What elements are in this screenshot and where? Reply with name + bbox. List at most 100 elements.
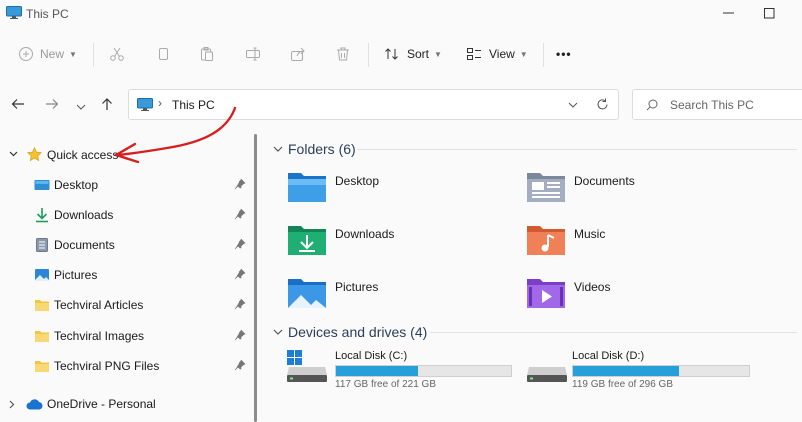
folder-label: Videos	[574, 280, 611, 294]
sidebar-item-label: OneDrive - Personal	[47, 397, 156, 411]
sort-button[interactable]: Sort ▼	[384, 41, 442, 67]
sidebar-item-documents[interactable]: Documents	[0, 230, 252, 260]
new-button[interactable]: New ▼	[18, 41, 77, 67]
downloads-icon	[36, 208, 48, 223]
cut-button[interactable]	[109, 41, 125, 67]
folder-icon	[35, 300, 49, 311]
copy-icon	[159, 48, 168, 60]
sidebar-item-downloads[interactable]: Downloads	[0, 200, 252, 230]
star-icon	[27, 147, 42, 162]
folder-label: Pictures	[335, 280, 379, 294]
sidebar-item-onedrive[interactable]: OneDrive - Personal	[0, 389, 252, 419]
cloud-icon	[26, 399, 43, 410]
drive-free-space: 119 GB free of 296 GB	[572, 379, 673, 390]
desktop-icon	[34, 180, 50, 190]
delete-button[interactable]	[335, 41, 351, 67]
system-drive-icon	[287, 350, 327, 382]
recent-locations-button[interactable]	[72, 98, 90, 116]
drive-label: Local Disk (D:)	[572, 350, 645, 362]
sidebar-item-techviral-articles[interactable]: Techviral Articles	[0, 290, 252, 320]
sidebar-item-techviral-png-files[interactable]: Techviral PNG Files	[0, 351, 252, 381]
sidebar-item-pictures[interactable]: Pictures	[0, 260, 252, 290]
window-title: This PC	[26, 7, 69, 21]
minimize-icon	[722, 12, 734, 14]
copy-button[interactable]	[155, 41, 171, 67]
documents-icon	[36, 238, 48, 252]
chevron-down-icon: ▼	[434, 49, 442, 59]
folders-section-title[interactable]: Folders (6)	[288, 141, 356, 157]
chevron-down-icon[interactable]	[273, 146, 283, 152]
folder-icon	[35, 331, 49, 342]
navigation-pane: Quick access Desktop Downloads Documents…	[0, 128, 258, 422]
view-label: View	[489, 47, 515, 61]
refresh-icon[interactable]	[596, 98, 609, 111]
paste-button[interactable]	[199, 41, 215, 67]
drive-free-space: 117 GB free of 221 GB	[335, 379, 436, 390]
chevron-right-icon[interactable]	[9, 400, 15, 409]
title-bar: This PC	[0, 0, 802, 28]
maximize-button[interactable]	[759, 4, 779, 22]
command-bar: New ▼ Sort ▼ View ▼ •••	[0, 33, 802, 75]
scissors-icon	[110, 47, 124, 61]
sidebar-scrollbar[interactable]	[254, 134, 257, 422]
sidebar-item-label: Documents	[54, 238, 115, 252]
drive-usage-fill	[573, 366, 679, 376]
drives-section-title[interactable]: Devices and drives (4)	[288, 324, 427, 340]
pin-icon	[234, 268, 246, 280]
drive-d[interactable]: Local Disk (D:) 119 GB free of 296 GB	[526, 347, 756, 393]
new-label: New	[40, 47, 65, 61]
sidebar-item-techviral-images[interactable]: Techviral Images	[0, 321, 252, 351]
search-box[interactable]: Search This PC	[632, 89, 802, 120]
pin-icon	[234, 298, 246, 310]
rename-button[interactable]	[245, 41, 261, 67]
file-explorer-window: This PC New ▼ Sort ▼ View ▼ ••• › This P…	[0, 0, 802, 422]
chevron-down-icon[interactable]	[273, 329, 283, 335]
pin-icon	[234, 208, 246, 220]
folder-videos[interactable]: Videos	[526, 275, 726, 319]
toolbar-divider	[368, 43, 369, 67]
sidebar-item-desktop[interactable]: Desktop	[0, 170, 252, 200]
search-icon	[646, 99, 658, 111]
chevron-down-icon	[76, 104, 86, 110]
annotation-arrow	[114, 106, 237, 164]
view-button[interactable]: View ▼	[466, 41, 528, 67]
share-button[interactable]	[290, 41, 306, 67]
chevron-down-icon[interactable]	[568, 102, 578, 108]
section-divider	[430, 332, 797, 333]
more-options-button[interactable]: •••	[556, 41, 572, 67]
rename-icon	[246, 47, 260, 61]
chevron-down-icon[interactable]	[9, 151, 18, 157]
sidebar-item-label: Downloads	[54, 208, 114, 222]
pin-icon	[234, 178, 246, 190]
forward-button[interactable]	[43, 95, 61, 113]
music-folder-icon	[527, 226, 565, 255]
sidebar-item-label: Desktop	[54, 178, 99, 192]
minimize-button[interactable]	[718, 4, 738, 22]
paste-icon	[201, 47, 213, 61]
folder-downloads[interactable]: Downloads	[287, 222, 487, 266]
back-button[interactable]	[9, 95, 27, 113]
documents-folder-icon	[527, 173, 565, 202]
folder-documents[interactable]: Documents	[526, 169, 726, 213]
search-placeholder: Search This PC	[670, 98, 754, 112]
folder-desktop[interactable]: Desktop	[287, 169, 487, 213]
sidebar-item-label: Techviral Images	[54, 329, 145, 343]
folder-pictures[interactable]: Pictures	[287, 275, 487, 319]
section-divider	[357, 149, 797, 150]
arrow-right-icon	[46, 99, 59, 109]
sidebar-item-label: Techviral Articles	[54, 298, 144, 312]
pin-icon	[234, 359, 246, 371]
sort-label: Sort	[407, 47, 430, 61]
folder-music[interactable]: Music	[526, 222, 726, 266]
drive-c[interactable]: Local Disk (C:) 117 GB free of 221 GB	[286, 347, 516, 393]
folder-icon	[35, 361, 49, 372]
drive-usage-fill	[336, 366, 419, 376]
view-list-icon	[467, 48, 481, 60]
folder-label: Documents	[574, 174, 635, 188]
pictures-icon	[35, 269, 49, 281]
sort-icon	[385, 48, 398, 60]
toolbar-divider	[543, 43, 544, 67]
videos-folder-icon	[527, 279, 565, 308]
desktop-folder-icon	[288, 173, 326, 202]
drive-label: Local Disk (C:)	[335, 350, 408, 362]
